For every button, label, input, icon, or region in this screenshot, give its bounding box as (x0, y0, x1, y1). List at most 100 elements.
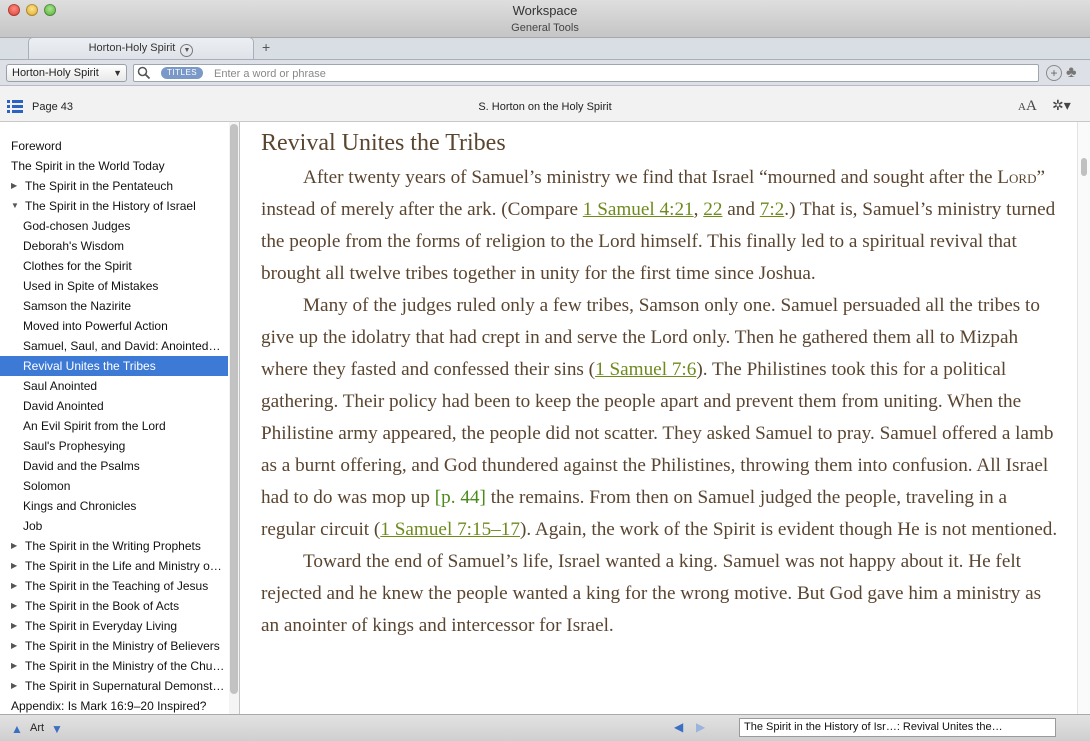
toc-item-label: David and the Psalms (23, 459, 140, 473)
toc-item-label: Solomon (23, 479, 71, 493)
toc-item-label: Foreword (11, 139, 62, 153)
toc-item[interactable]: David and the Psalms (0, 456, 228, 476)
toc-item[interactable]: Solomon (0, 476, 228, 496)
disclosure-collapsed-icon[interactable]: ▶ (11, 596, 17, 616)
lord-small-caps: Lord (997, 167, 1037, 188)
bible-reference-link[interactable]: 1 Samuel 4:21 (583, 199, 694, 220)
search-scope-badge[interactable]: TITLES (161, 67, 204, 79)
toc-item[interactable]: ▶ The Spirit in Everyday Living (0, 616, 228, 636)
search-icon[interactable] (137, 66, 151, 80)
disclosure-collapsed-icon[interactable]: ▶ (11, 576, 17, 596)
toc-item-label: The Spirit in the World Today (11, 159, 165, 173)
toc-item-label: The Spirit in the Ministry of the Chu… (25, 659, 225, 673)
toc-item[interactable]: ▶ The Spirit in the Teaching of Jesus (0, 576, 228, 596)
resource-selector[interactable]: Horton-Holy Spirit ▼ (6, 64, 127, 82)
font-size-big-label: A (1025, 98, 1037, 114)
toc-item[interactable]: Used in Spite of Mistakes (0, 276, 228, 296)
toc-item[interactable]: Revival Unites the Tribes (0, 356, 228, 376)
bible-reference-link[interactable]: 22 (703, 199, 722, 220)
article: Revival Unites the Tribes After twenty y… (261, 126, 1061, 642)
toc-item[interactable]: Job (0, 516, 228, 536)
toc-item-label: The Spirit in Everyday Living (25, 619, 178, 633)
community-icon[interactable]: ♣ (1066, 64, 1077, 82)
toc-item[interactable]: ▶ The Spirit in the Book of Acts (0, 596, 228, 616)
add-icon[interactable]: + (1046, 65, 1062, 81)
reading-pane: Revival Unites the Tribes After twenty y… (240, 122, 1077, 714)
toc-item[interactable]: Saul's Prophesying (0, 436, 228, 456)
previous-article-icon[interactable]: ▲ (11, 722, 23, 736)
disclosure-collapsed-icon[interactable]: ▶ (11, 556, 17, 576)
content-scrollbar[interactable] (1077, 122, 1090, 714)
back-arrow-icon[interactable]: ◀ (674, 720, 683, 734)
add-tab-button[interactable]: + (262, 39, 270, 55)
toc-item[interactable]: Samuel, Saul, and David: Anointed… (0, 336, 228, 356)
toc-item-label: The Spirit in Supernatural Demonst… (25, 679, 225, 693)
next-article-icon[interactable]: ▼ (51, 722, 63, 736)
toc-item-label: David Anointed (23, 399, 104, 413)
toc-item-label: Moved into Powerful Action (23, 319, 168, 333)
toc-item[interactable]: Samson the Nazirite (0, 296, 228, 316)
tab-strip: Horton-Holy Spirit ▼ + (0, 37, 1090, 60)
toc-item[interactable]: Clothes for the Spirit (0, 256, 228, 276)
toc-item[interactable]: ▶ The Spirit in the Writing Prophets (0, 536, 228, 556)
disclosure-collapsed-icon[interactable]: ▶ (11, 636, 17, 656)
toc-item-label: Clothes for the Spirit (23, 259, 132, 273)
toc-item-label: The Spirit in the Pentateuch (25, 179, 174, 193)
sidebar-scrollbar[interactable] (229, 122, 239, 714)
search-input[interactable] (212, 65, 1036, 83)
toc-item[interactable]: An Evil Spirit from the Lord (0, 416, 228, 436)
toc-item[interactable]: ▶ The Spirit in the Pentateuch (0, 176, 228, 196)
bible-reference-link[interactable]: 1 Samuel 7:15–17 (380, 519, 520, 540)
search-toolbar: Horton-Holy Spirit ▼ TITLES + ♣ (0, 60, 1090, 86)
disclosure-collapsed-icon[interactable]: ▶ (11, 656, 17, 676)
toc-item-label: Job (23, 519, 43, 533)
bible-reference-link[interactable]: 7:2 (760, 199, 785, 220)
toc-item-label: The Spirit in the History of Israel (25, 199, 196, 213)
tab-menu-icon[interactable]: ▼ (180, 44, 194, 57)
toc-item-label: Deborah's Wisdom (23, 239, 124, 253)
disclosure-collapsed-icon[interactable]: ▶ (11, 536, 17, 556)
content-scroll-thumb[interactable] (1081, 158, 1087, 176)
tab-label: Horton-Holy Spirit (88, 42, 176, 54)
disclosure-collapsed-icon[interactable]: ▶ (11, 676, 17, 696)
bottom-bar: ▲ Art ▼ ◀ ▶ The Spirit in the History of… (0, 714, 1090, 741)
paragraph-1-text-a: After twenty years of Samuel’s ministry … (303, 167, 998, 188)
toc-item-label: Appendix: Is Mark 16:9–20 Inspired? (11, 699, 207, 713)
paragraph-2: Many of the judges ruled only a few trib… (261, 290, 1061, 546)
toc-item-label: An Evil Spirit from the Lord (23, 419, 166, 433)
toc-item[interactable]: ▶ The Spirit in the Life and Ministry o… (0, 556, 228, 576)
bible-reference-link[interactable]: 1 Samuel 7:6 (595, 359, 696, 380)
toc-item[interactable]: The Spirit in the World Today (0, 156, 228, 176)
forward-arrow-icon[interactable]: ▶ (696, 720, 705, 734)
toc-item[interactable]: Moved into Powerful Action (0, 316, 228, 336)
gear-icon[interactable]: ✲▾ (1052, 97, 1071, 114)
window-subtitle: General Tools (511, 22, 579, 34)
toc-item[interactable]: God-chosen Judges (0, 216, 228, 236)
toc-item-label: Saul's Prophesying (23, 439, 126, 453)
disclosure-collapsed-icon[interactable]: ▶ (11, 176, 17, 196)
toc-item-label: The Spirit in the Ministry of Believers (25, 639, 220, 653)
location-field[interactable]: The Spirit in the History of Isr…: Reviv… (739, 718, 1056, 737)
sidebar-scroll-thumb[interactable] (230, 124, 238, 694)
toc-item[interactable]: Appendix: Is Mark 16:9–20 Inspired? (0, 696, 228, 714)
tab-horton-holy-spirit[interactable]: Horton-Holy Spirit ▼ (28, 37, 254, 59)
toc-item[interactable]: Saul Anointed (0, 376, 228, 396)
toc-list: Foreword The Spirit in the World Today ▶ Th… (0, 136, 228, 714)
toc-item-label: The Spirit in the Teaching of Jesus (25, 579, 209, 593)
toc-item[interactable]: Kings and Chronicles (0, 496, 228, 516)
toc-item[interactable]: David Anointed (0, 396, 228, 416)
toc-item-label: The Spirit in the Life and Ministry o… (25, 559, 222, 573)
font-size-icon[interactable]: AA (1018, 98, 1037, 115)
toc-item[interactable]: ▶ The Spirit in the Ministry of the Chu… (0, 656, 228, 676)
page-marker: [p. 44] (434, 487, 486, 508)
disclosure-expanded-icon[interactable]: ▼ (11, 196, 19, 216)
paragraph-1-text-c: , (693, 199, 704, 220)
toc-item[interactable]: ▶ The Spirit in the Ministry of Believers (0, 636, 228, 656)
table-of-contents-sidebar: Foreword The Spirit in the World Today ▶ Th… (0, 122, 240, 714)
toc-item[interactable]: ▶ The Spirit in Supernatural Demonst… (0, 676, 228, 696)
toc-item[interactable]: ▼ The Spirit in the History of Israel (0, 196, 228, 216)
toc-item[interactable]: Foreword (0, 136, 228, 156)
search-field[interactable]: TITLES (133, 64, 1039, 83)
disclosure-collapsed-icon[interactable]: ▶ (11, 616, 17, 636)
toc-item[interactable]: Deborah's Wisdom (0, 236, 228, 256)
